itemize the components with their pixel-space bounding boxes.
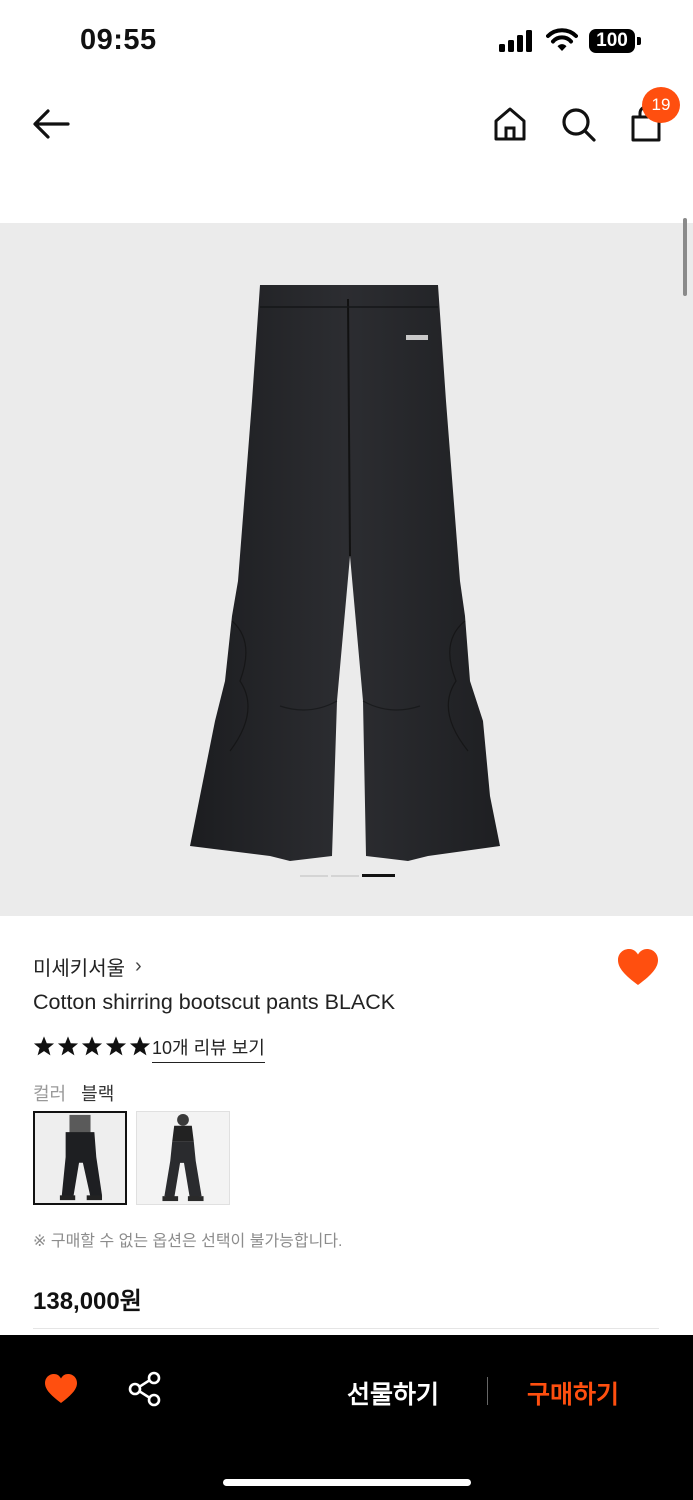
wifi-icon xyxy=(546,28,578,51)
review-link[interactable]: 10개 리뷰 보기 xyxy=(152,1034,265,1063)
model-thumbnail-image xyxy=(35,1113,125,1203)
star-icon xyxy=(105,1036,127,1056)
color-label: 컬러 xyxy=(33,1084,67,1104)
status-bar: 09:55 100 xyxy=(0,0,693,84)
model-thumbnail-image xyxy=(137,1112,229,1204)
search-icon[interactable] xyxy=(558,104,598,144)
page-scrollbar[interactable] xyxy=(683,218,687,296)
buy-button[interactable]: 구매하기 xyxy=(527,1375,619,1411)
gift-button[interactable]: 선물하기 xyxy=(347,1375,439,1411)
section-divider xyxy=(33,1328,659,1329)
product-price: 138,000원 xyxy=(33,1288,142,1315)
pager-dot xyxy=(300,875,328,877)
product-image-carousel[interactable] xyxy=(0,223,693,916)
star-icon xyxy=(33,1036,55,1056)
product-title: Cotton shirring bootscut pants BLACK xyxy=(33,990,396,1014)
product-image xyxy=(190,285,500,861)
color-thumbnail[interactable] xyxy=(136,1111,230,1205)
star-icon xyxy=(81,1036,103,1056)
color-option-label: 컬러 블랙 xyxy=(33,1080,114,1106)
back-arrow-icon[interactable] xyxy=(30,104,74,144)
cart-count-badge[interactable]: 19 xyxy=(642,87,680,123)
bottom-action-bar: 선물하기 구매하기 xyxy=(0,1335,693,1500)
status-time: 09:55 xyxy=(80,24,157,56)
battery-indicator: 100 xyxy=(589,29,641,53)
wishlist-heart-icon[interactable] xyxy=(44,1373,78,1405)
pager-dot xyxy=(331,875,359,877)
cellular-signal-icon xyxy=(499,30,532,52)
star-icon xyxy=(129,1036,151,1056)
action-separator xyxy=(487,1377,488,1405)
image-pager xyxy=(298,873,398,879)
wishlist-heart-icon[interactable] xyxy=(617,948,659,988)
rating-stars xyxy=(33,1035,151,1057)
color-value: 블랙 xyxy=(81,1084,115,1104)
brand-name: 미세키서울 xyxy=(33,958,125,980)
option-notice: ※ 구매할 수 없는 옵션은 선택이 불가능합니다. xyxy=(33,1233,343,1250)
home-indicator[interactable] xyxy=(223,1479,471,1486)
pager-dot-active xyxy=(362,874,395,877)
chevron-right-icon: › xyxy=(135,955,142,977)
share-icon[interactable] xyxy=(127,1371,163,1407)
battery-level: 100 xyxy=(589,29,635,53)
color-thumbnail-selected[interactable] xyxy=(33,1111,127,1205)
brand-link[interactable]: 미세키서울 › xyxy=(33,952,142,981)
home-icon[interactable] xyxy=(490,104,530,144)
star-icon xyxy=(57,1036,79,1056)
battery-tip xyxy=(637,37,641,45)
